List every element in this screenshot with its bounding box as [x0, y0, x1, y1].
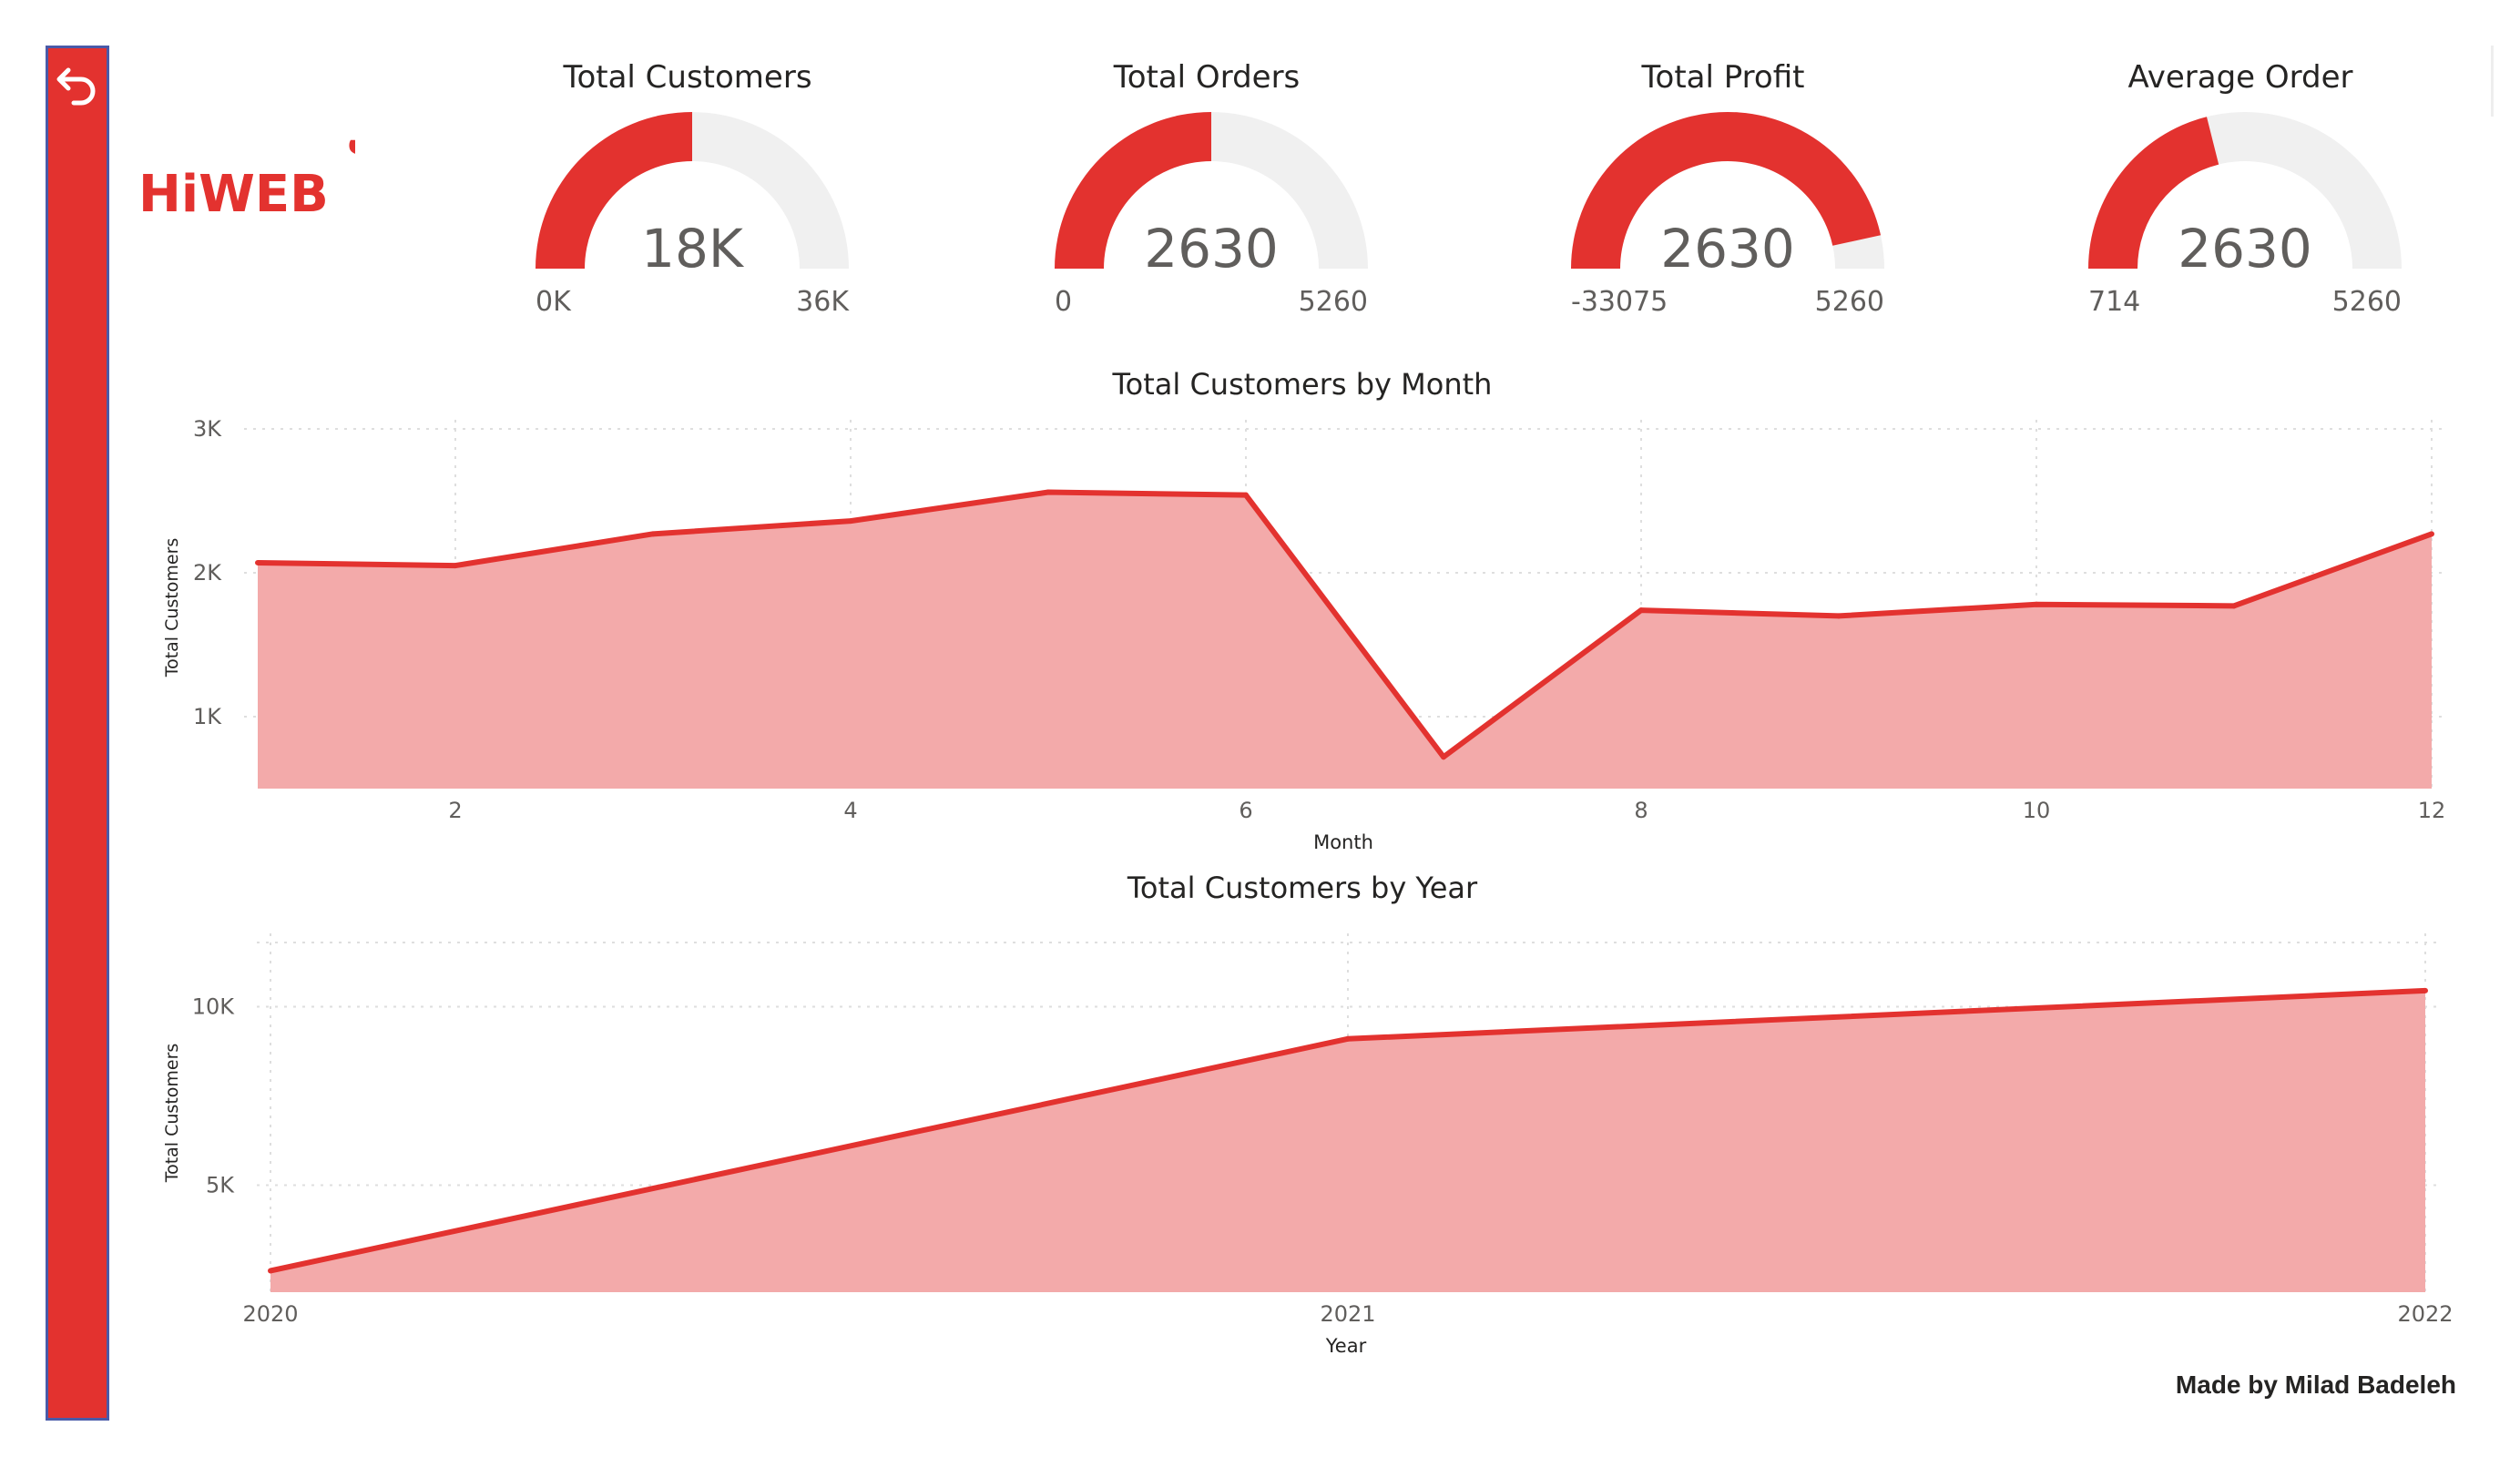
y-tick-label: 1K [193, 704, 222, 729]
year-area-chart: Total Customers by Year Year Total Custo… [162, 871, 2454, 1357]
data-point [453, 563, 458, 569]
y-tick-label: 5K [206, 1172, 235, 1197]
y-tick-label: 3K [193, 416, 222, 442]
data-point [268, 1268, 273, 1274]
data-point [1836, 613, 1842, 619]
x-tick-label: 4 [843, 798, 857, 823]
x-tick-label: 8 [1634, 798, 1648, 823]
data-point [1345, 1035, 1351, 1042]
y-tick-label: 10K [192, 994, 236, 1020]
x-axis-label: Year [1325, 1335, 1367, 1357]
chart-title: Total Customers by Year [1127, 871, 1478, 905]
data-point [1243, 492, 1249, 498]
data-point [255, 559, 260, 565]
x-tick-label: 12 [2418, 798, 2446, 823]
x-tick-label: 10 [2023, 798, 2051, 823]
data-point [2231, 603, 2237, 609]
data-point [2423, 987, 2428, 993]
y-axis-label: Total Customers [162, 1044, 182, 1184]
x-tick-label: 2022 [2397, 1301, 2453, 1327]
month-area-chart: Total Customers by Month Month Total Cus… [162, 367, 2445, 853]
area-fill [258, 492, 2432, 789]
x-tick-label: 2020 [242, 1301, 298, 1327]
x-tick-label: 2021 [1320, 1301, 1375, 1327]
x-axis-label: Month [1313, 831, 1373, 853]
data-point [848, 518, 853, 525]
y-tick-label: 2K [193, 560, 222, 586]
data-point [2034, 601, 2039, 607]
data-point [1638, 607, 1644, 614]
x-tick-label: 2 [448, 798, 462, 823]
credit-text: Made by Milad Badeleh [2175, 1370, 2456, 1399]
data-point [1441, 754, 1446, 760]
x-tick-label: 6 [1239, 798, 1252, 823]
chart-title: Total Customers by Month [1112, 367, 1493, 402]
data-point [650, 531, 656, 537]
data-point [2429, 531, 2434, 537]
y-axis-label: Total Customers [162, 538, 182, 678]
charts-canvas: Total Customers by Month Month Total Cus… [162, 367, 2454, 1357]
data-point [1046, 489, 1051, 495]
